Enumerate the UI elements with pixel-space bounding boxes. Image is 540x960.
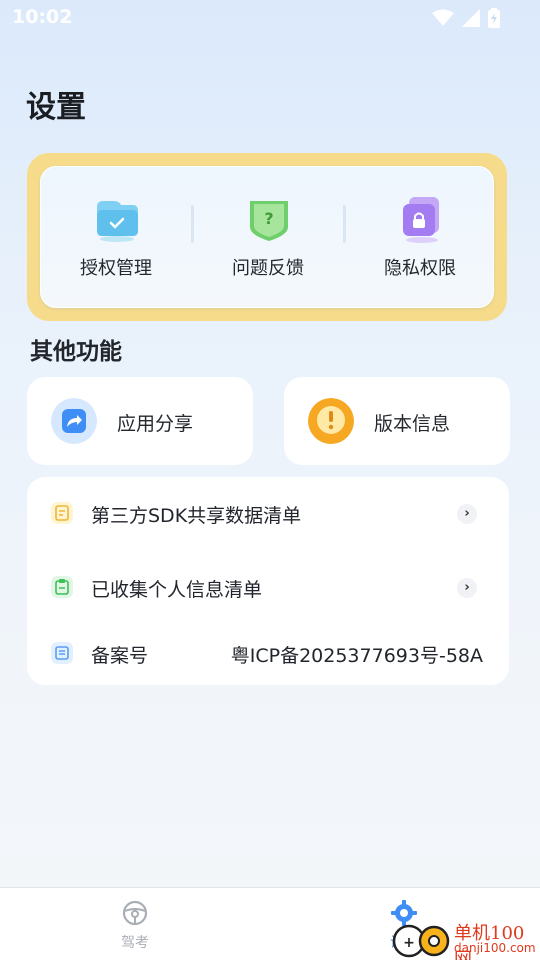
featured-card: 授权管理 ? 问题反馈 隐私权限 [40,166,494,308]
version-info-label: 版本信息 [374,413,451,435]
watermark-logo-icon: + [392,924,450,958]
info-icon [308,398,354,444]
wifi-icon [432,9,454,26]
record-icon [51,642,73,664]
privacy-permissions-label: 隐私权限 [384,258,456,279]
nav-label-driving-test: 驾考 [121,935,149,951]
steering-wheel-icon [122,900,148,926]
version-info-card[interactable]: 版本信息 [284,377,510,465]
watermark-url: danji100.com [454,941,536,955]
clipboard-icon [51,576,73,598]
personal-info-list-row[interactable]: 已收集个人信息清单 › [27,568,509,608]
document-icon [51,502,73,524]
record-number-row: 备案号 粤ICP备2025377693号-58A [27,634,509,674]
battery-icon [488,8,500,28]
app-share-label: 应用分享 [117,413,194,435]
sdk-data-list-row[interactable]: 第三方SDK共享数据清单 › [27,494,509,534]
feedback-item[interactable]: ? 问题反馈 [193,167,343,309]
authorization-management-label: 授权管理 [80,258,152,279]
share-icon [51,398,97,444]
info-list-card: 第三方SDK共享数据清单 › 已收集个人信息清单 › 备案号 粤ICP备2025… [27,477,509,685]
authorization-management-item[interactable]: 授权管理 [41,167,191,309]
page-title: 设置 [26,90,86,125]
personal-info-list-label: 已收集个人信息清单 [91,579,263,601]
feedback-label: 问题反馈 [232,258,304,279]
app-share-card[interactable]: 应用分享 [27,377,253,465]
status-bar: 10:02 [0,0,540,36]
chevron-right-icon: › [457,578,477,598]
question-shield-icon: ? [250,201,288,241]
sdk-data-list-label: 第三方SDK共享数据清单 [91,505,302,527]
status-time: 10:02 [12,6,73,28]
lock-icon [403,197,439,243]
watermark: + 单机100网 danji100.com [392,917,540,960]
privacy-permissions-item[interactable]: 隐私权限 [345,167,495,309]
record-number-label: 备案号 [91,645,149,667]
folder-check-icon [97,201,138,242]
nav-item-driving-test[interactable]: 驾考 [95,898,175,954]
svg-text:?: ? [264,209,273,228]
chevron-right-icon: › [457,504,477,524]
other-functions-title: 其他功能 [30,339,122,365]
record-number-value: 粤ICP备2025377693号-58A [230,645,483,667]
svg-text:+: + [403,935,415,951]
signal-icon [462,9,480,27]
status-icons [432,8,500,28]
featured-card-frame: 授权管理 ? 问题反馈 隐私权限 [27,153,507,321]
